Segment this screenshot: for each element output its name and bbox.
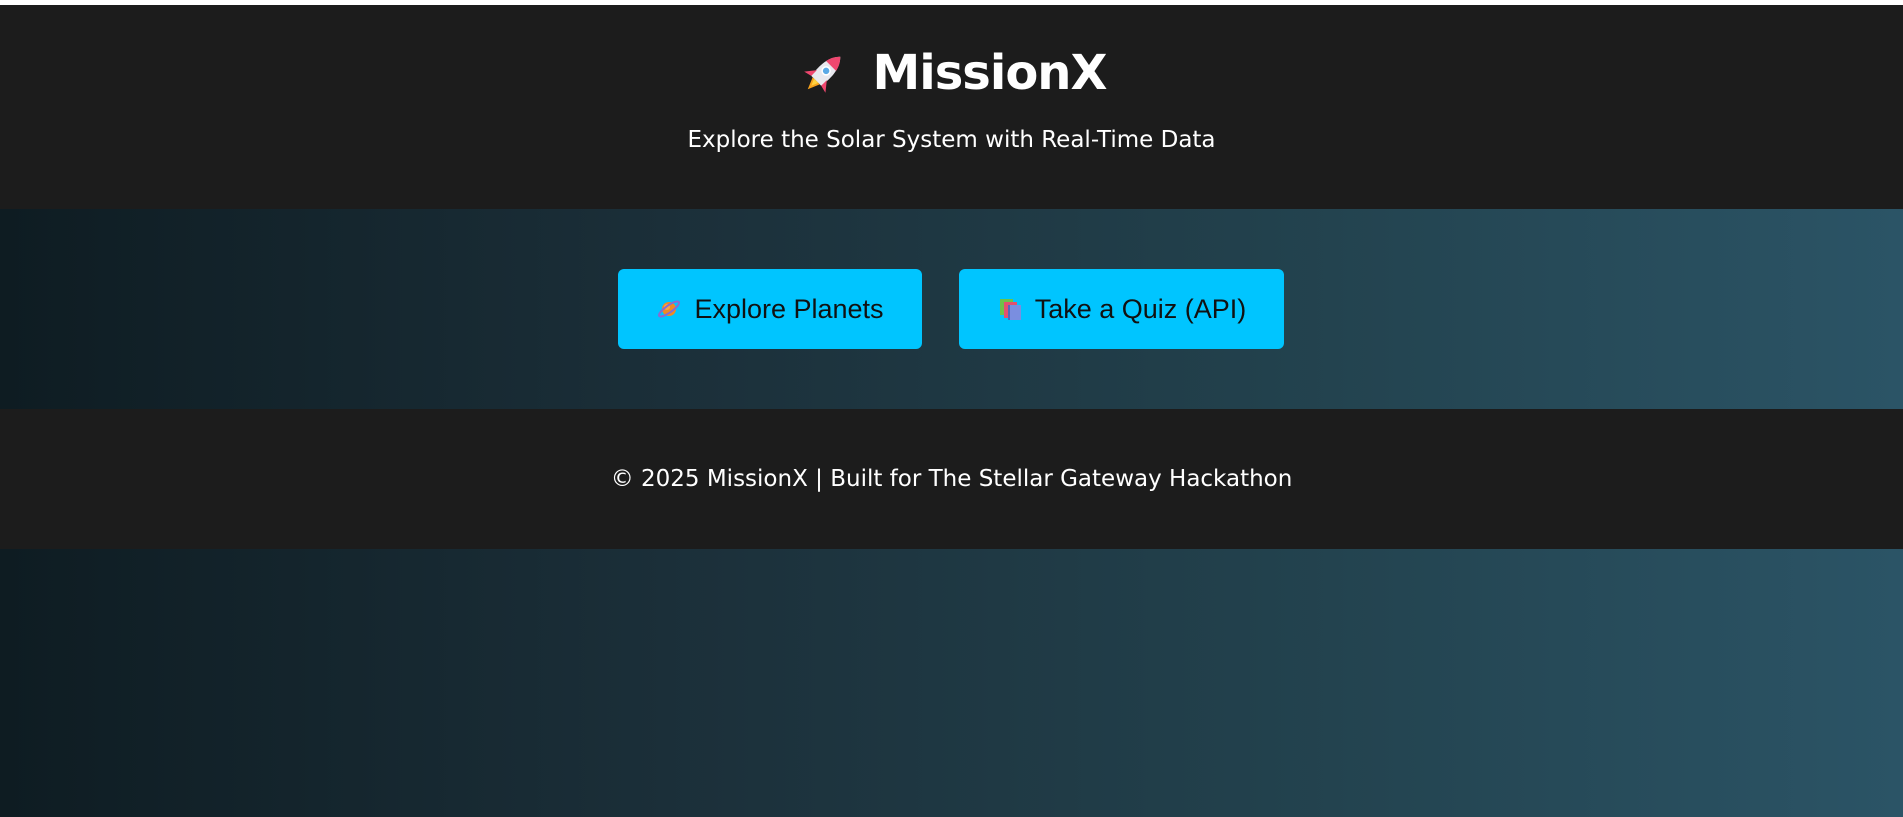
take-quiz-button[interactable]: Take a Quiz (API) bbox=[959, 269, 1284, 349]
page-title: MissionX bbox=[872, 45, 1108, 101]
ringed-planet-icon bbox=[656, 296, 682, 322]
take-quiz-label: Take a Quiz (API) bbox=[1034, 293, 1247, 324]
books-icon bbox=[997, 296, 1023, 322]
explore-planets-button[interactable]: Explore Planets bbox=[618, 269, 922, 349]
footer-text: © 2025 MissionX | Built for The Stellar … bbox=[610, 466, 1293, 492]
title-row: MissionX bbox=[0, 45, 1903, 101]
site-header: MissionX Explore the Solar System with R… bbox=[0, 5, 1903, 209]
actions-section: Explore Planets Take a Quiz (API) bbox=[0, 209, 1903, 409]
page: MissionX Explore the Solar System with R… bbox=[0, 0, 1903, 817]
site-footer: © 2025 MissionX | Built for The Stellar … bbox=[0, 409, 1903, 549]
rocket-icon bbox=[797, 46, 851, 100]
page-subtitle: Explore the Solar System with Real-Time … bbox=[687, 127, 1216, 153]
explore-planets-label: Explore Planets bbox=[694, 293, 884, 324]
